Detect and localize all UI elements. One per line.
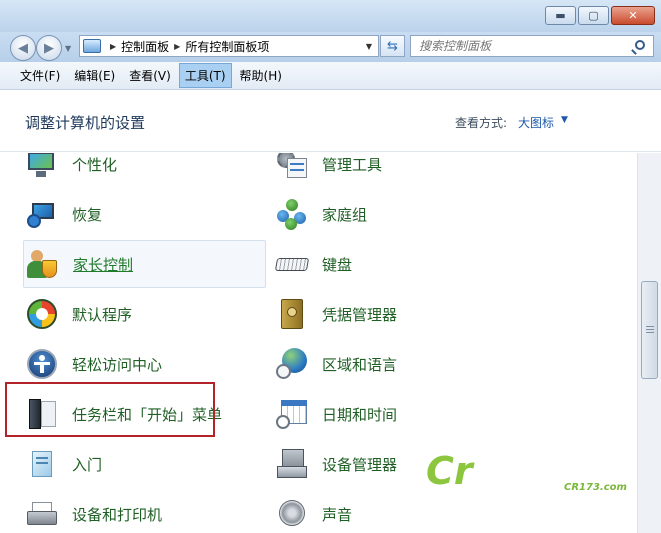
item-parental-controls[interactable]: 家长控制: [23, 240, 266, 288]
search-box[interactable]: [410, 35, 654, 57]
item-default-programs[interactable]: 默认程序: [23, 290, 266, 338]
view-by-dropdown[interactable]: 大图标: [518, 114, 554, 131]
item-label[interactable]: 凭据管理器: [322, 304, 397, 325]
device-manager-icon: [276, 448, 308, 480]
item-label[interactable]: 家庭组: [322, 204, 367, 225]
item-label[interactable]: 恢复: [72, 204, 102, 225]
caption-buttons: ▬ ▢ ✕: [545, 6, 655, 25]
view-dropdown-caret-icon[interactable]: ▼: [561, 115, 568, 125]
title-bar: ▬ ▢ ✕: [0, 0, 661, 32]
arrow-left-icon: ◀: [18, 40, 28, 56]
item-label[interactable]: 任务栏和「开始」菜单: [72, 404, 222, 425]
scrollbar-thumb[interactable]: [641, 281, 658, 379]
watermark-logo: Cr 西西软件园 CR173.com: [426, 449, 656, 499]
item-label[interactable]: 日期和时间: [322, 404, 397, 425]
item-getting-started[interactable]: 入门: [23, 440, 266, 488]
page-title: 调整计算机的设置: [25, 114, 146, 132]
item-date-time[interactable]: 日期和时间: [273, 390, 516, 438]
date-time-icon: [276, 398, 308, 430]
item-label[interactable]: 设备和打印机: [72, 504, 162, 525]
item-recovery[interactable]: 恢复: [23, 190, 266, 238]
close-button[interactable]: ✕: [611, 6, 655, 25]
menu-view[interactable]: 查看(V): [123, 63, 177, 88]
taskbar-icon: [26, 398, 58, 430]
arrow-right-icon: ▶: [44, 40, 54, 56]
refresh-icon: ⇆: [387, 38, 398, 54]
address-bar[interactable]: ▶ 控制面板 ▶ 所有控制面板项 ▼: [79, 35, 379, 57]
breadcrumb-control-panel[interactable]: 控制面板: [121, 38, 169, 55]
region-language-icon: [276, 348, 308, 380]
printer-icon: [26, 498, 58, 530]
item-label[interactable]: 设备管理器: [322, 454, 397, 475]
search-icon[interactable]: [635, 40, 645, 50]
refresh-button[interactable]: ⇆: [380, 35, 405, 57]
credential-manager-icon: [276, 298, 308, 330]
sound-icon: [276, 498, 308, 530]
item-label[interactable]: 声音: [322, 504, 352, 525]
admin-tools-icon: [276, 153, 308, 180]
item-personalization[interactable]: 个性化: [23, 153, 266, 188]
menu-help[interactable]: 帮助(H): [234, 63, 288, 88]
recent-pages-dropdown[interactable]: ▼: [65, 44, 71, 53]
item-label[interactable]: 轻松访问中心: [72, 354, 162, 375]
item-homegroup[interactable]: 家庭组: [273, 190, 516, 238]
item-taskbar-start-menu[interactable]: 任务栏和「开始」菜单: [23, 390, 266, 438]
watermark-logo-mark: Cr: [426, 449, 473, 493]
parental-controls-icon: [27, 248, 59, 280]
back-button[interactable]: ◀: [10, 35, 36, 61]
keyboard-icon: [274, 248, 310, 280]
item-region-language[interactable]: 区域和语言: [273, 340, 516, 388]
navigation-bar: ◀ ▶ ▼ ▶ 控制面板 ▶ 所有控制面板项 ▼ ⇆: [0, 32, 661, 62]
item-ease-of-access[interactable]: 轻松访问中心: [23, 340, 266, 388]
content-header: 调整计算机的设置 查看方式: 大图标 ▼: [0, 90, 661, 152]
breadcrumb-separator-icon[interactable]: ▶: [174, 42, 180, 51]
homegroup-icon: [276, 198, 308, 230]
maximize-button[interactable]: ▢: [578, 6, 609, 25]
item-label[interactable]: 键盘: [322, 254, 352, 275]
menu-file[interactable]: 文件(F): [14, 63, 66, 88]
item-label[interactable]: 默认程序: [72, 304, 132, 325]
item-devices-printers[interactable]: 设备和打印机: [23, 490, 266, 533]
menu-edit[interactable]: 编辑(E): [68, 63, 121, 88]
item-label[interactable]: 家长控制: [73, 254, 133, 275]
item-label[interactable]: 个性化: [72, 154, 117, 175]
item-label[interactable]: 入门: [72, 454, 102, 475]
address-dropdown-icon[interactable]: ▼: [366, 42, 372, 51]
item-admin-tools[interactable]: 管理工具: [273, 153, 516, 188]
default-programs-icon: [26, 298, 58, 330]
recovery-icon: [26, 198, 58, 230]
item-credential-manager[interactable]: 凭据管理器: [273, 290, 516, 338]
breadcrumb-all-items[interactable]: 所有控制面板项: [185, 38, 269, 55]
minimize-button[interactable]: ▬: [545, 6, 576, 25]
search-input[interactable]: [411, 36, 621, 56]
getting-started-icon: [26, 448, 58, 480]
personalization-icon: [26, 153, 58, 180]
forward-button[interactable]: ▶: [36, 35, 62, 61]
item-keyboard[interactable]: 键盘: [273, 240, 516, 288]
item-label[interactable]: 管理工具: [322, 154, 382, 175]
menu-tools[interactable]: 工具(T): [178, 63, 232, 88]
ease-of-access-icon: [26, 348, 58, 380]
breadcrumb-separator-icon[interactable]: ▶: [110, 42, 116, 51]
watermark-url: CR173.com: [564, 482, 627, 493]
scrollbar-grip-icon: [646, 326, 654, 334]
control-panel-icon: [83, 39, 101, 53]
item-label[interactable]: 区域和语言: [322, 354, 397, 375]
menu-bar: 文件(F) 编辑(E) 查看(V) 工具(T) 帮助(H): [0, 62, 661, 90]
view-by-label: 查看方式:: [455, 116, 508, 130]
